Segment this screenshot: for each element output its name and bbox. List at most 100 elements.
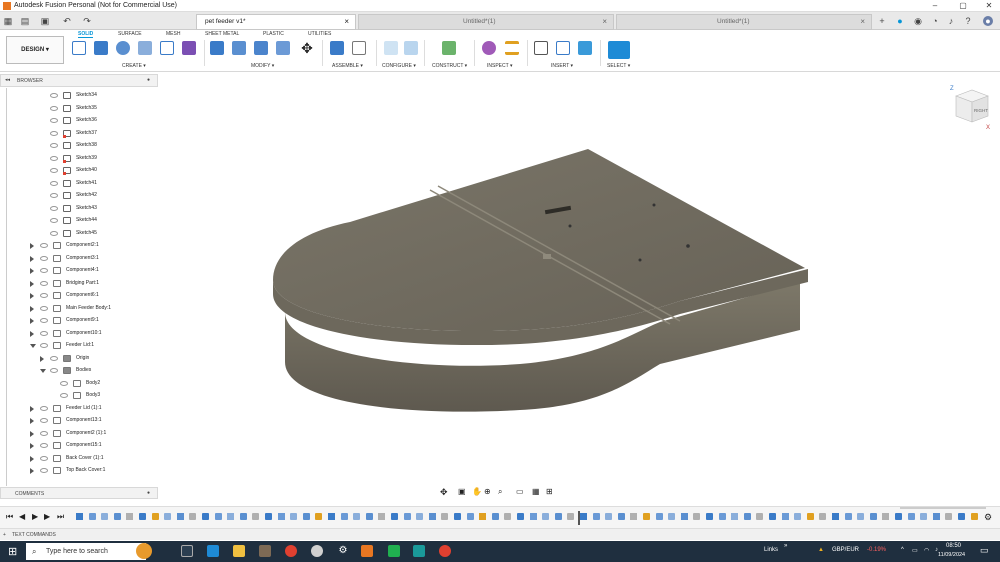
fillet-icon[interactable] <box>232 41 246 55</box>
visibility-eye-icon[interactable] <box>50 230 58 236</box>
timeline-feature-icon[interactable] <box>391 513 398 520</box>
timeline-feature-icon[interactable] <box>189 513 197 520</box>
modify-menu[interactable]: MODIFY ▾ <box>251 63 274 69</box>
measure-icon[interactable] <box>482 41 496 55</box>
extrude-icon[interactable] <box>94 41 108 55</box>
play-icon[interactable]: ▶ <box>32 512 38 521</box>
create-form-icon[interactable] <box>182 41 196 55</box>
collapse-icon[interactable] <box>40 369 46 373</box>
timeline-marker[interactable] <box>578 511 580 525</box>
timeline-feature-icon[interactable] <box>668 513 676 520</box>
revolve-icon[interactable] <box>116 41 130 55</box>
expand-icon[interactable] <box>30 305 34 312</box>
job-status-icon[interactable]: ◉ <box>913 16 923 26</box>
browser-item[interactable]: Sketch43 <box>0 203 158 214</box>
visibility-eye-icon[interactable] <box>40 418 48 423</box>
insert-mesh-icon[interactable] <box>556 41 570 55</box>
configure-menu[interactable]: CONFIGURE ▾ <box>382 63 416 69</box>
timeline-feature-icon[interactable] <box>76 513 83 520</box>
visibility-eye-icon[interactable] <box>40 443 48 448</box>
settings-icon[interactable]: ⚙ <box>337 545 349 557</box>
timeline-feature-icon[interactable] <box>907 513 915 520</box>
browser-item[interactable]: Sketch37 <box>0 128 158 139</box>
clock-date[interactable]: 11/09/2024 <box>938 552 965 558</box>
extensions-icon[interactable]: ● <box>895 16 905 26</box>
visibility-eye-icon[interactable] <box>40 455 48 461</box>
tab-mesh[interactable]: MESH <box>166 31 180 37</box>
text-commands-bar[interactable]: + TEXT COMMANDS <box>0 528 1000 540</box>
go-to-start-icon[interactable]: ⏮ <box>6 512 13 522</box>
canvas-viewport[interactable] <box>160 72 1000 500</box>
configure-table-icon[interactable] <box>404 41 418 55</box>
tab-utilities[interactable]: UTILITIES <box>308 31 331 37</box>
chrome-icon[interactable] <box>285 545 297 557</box>
visibility-eye-icon[interactable] <box>50 155 58 161</box>
timeline-feature-icon[interactable] <box>554 513 562 520</box>
timeline-feature-icon[interactable] <box>504 513 512 520</box>
timeline-settings-icon[interactable]: ⚙ <box>984 512 992 523</box>
taskbar-search[interactable]: ⌕ Type here to search <box>26 543 146 560</box>
tab-solid[interactable]: SOLID <box>78 31 94 38</box>
visibility-eye-icon[interactable] <box>50 193 58 198</box>
new-component-icon[interactable] <box>330 41 344 55</box>
timeline-feature-icon[interactable] <box>491 513 499 520</box>
press-pull-icon[interactable] <box>210 41 224 55</box>
timeline-feature-icon[interactable] <box>706 513 713 520</box>
chrome-alt-icon[interactable] <box>439 545 451 557</box>
browser-item[interactable]: Sketch34 <box>0 90 158 101</box>
step-back-icon[interactable]: ◀ <box>19 512 25 521</box>
minimize-button[interactable]: – <box>926 1 944 11</box>
timeline-feature-icon[interactable] <box>920 513 928 520</box>
step-forward-icon[interactable]: ▶ <box>44 512 50 521</box>
browser-item[interactable]: Origin <box>0 353 158 364</box>
timeline-feature-icon[interactable] <box>126 513 134 520</box>
visibility-eye-icon[interactable] <box>60 393 68 398</box>
visibility-eye-icon[interactable] <box>40 280 48 286</box>
ticker-symbol[interactable]: GBP/EUR <box>832 547 859 553</box>
timeline-feature-icon[interactable] <box>958 513 965 520</box>
visibility-eye-icon[interactable] <box>50 368 58 373</box>
browser-item[interactable]: Sketch36 <box>0 115 158 126</box>
visibility-eye-icon[interactable] <box>40 255 48 261</box>
timeline-feature-icon[interactable] <box>290 513 298 520</box>
visibility-eye-icon[interactable] <box>50 180 58 186</box>
media-app-icon[interactable] <box>259 545 271 557</box>
timeline-feature-icon[interactable] <box>101 513 109 520</box>
teal-app-icon[interactable] <box>413 545 425 557</box>
timeline-feature-icon[interactable] <box>277 513 285 520</box>
move-icon[interactable]: ✥ <box>300 41 314 55</box>
timeline-feature-icon[interactable] <box>743 513 751 520</box>
select-icon[interactable] <box>608 41 630 59</box>
timeline-feature-icon[interactable] <box>970 513 978 520</box>
timeline-feature-icon[interactable] <box>718 513 726 520</box>
browser-item[interactable]: Sketch39 <box>0 153 158 164</box>
timeline-feature-icon[interactable] <box>819 513 827 520</box>
timeline-feature-icon[interactable] <box>932 513 940 520</box>
visibility-eye-icon[interactable] <box>40 318 48 323</box>
timeline-feature-icon[interactable] <box>353 513 361 520</box>
browser-pin-icon[interactable]: ● <box>147 77 150 83</box>
browser-item[interactable]: Main Feeder Body:1 <box>0 303 158 314</box>
insert-menu[interactable]: INSERT ▾ <box>551 63 573 69</box>
timeline-feature-icon[interactable] <box>832 513 839 520</box>
expand-icon[interactable] <box>30 418 34 424</box>
links-label[interactable]: Links <box>764 547 778 553</box>
timeline-feature-icon[interactable] <box>340 513 348 520</box>
search-highlight-icon[interactable] <box>136 543 152 559</box>
visibility-eye-icon[interactable] <box>50 118 58 123</box>
grid-settings-icon[interactable]: ▦ <box>532 487 540 496</box>
pan-icon[interactable]: ✋ <box>472 487 482 496</box>
fit-icon[interactable]: ⌕ <box>498 487 502 497</box>
insert-canvas-icon[interactable] <box>578 41 592 55</box>
timeline-feature-icon[interactable] <box>630 513 638 520</box>
user-avatar[interactable]: ● <box>983 16 993 26</box>
expand-icon[interactable] <box>30 330 34 337</box>
timeline-feature-icon[interactable] <box>151 513 159 520</box>
look-at-icon[interactable]: ▣ <box>458 487 466 496</box>
visibility-eye-icon[interactable] <box>40 243 48 248</box>
visibility-eye-icon[interactable] <box>50 355 58 361</box>
timeline-feature-icon[interactable] <box>643 513 650 520</box>
expand-icon[interactable] <box>30 293 34 299</box>
browser-item[interactable]: Sketch45 <box>0 228 158 239</box>
browser-item[interactable]: Component6:1 <box>0 290 158 301</box>
